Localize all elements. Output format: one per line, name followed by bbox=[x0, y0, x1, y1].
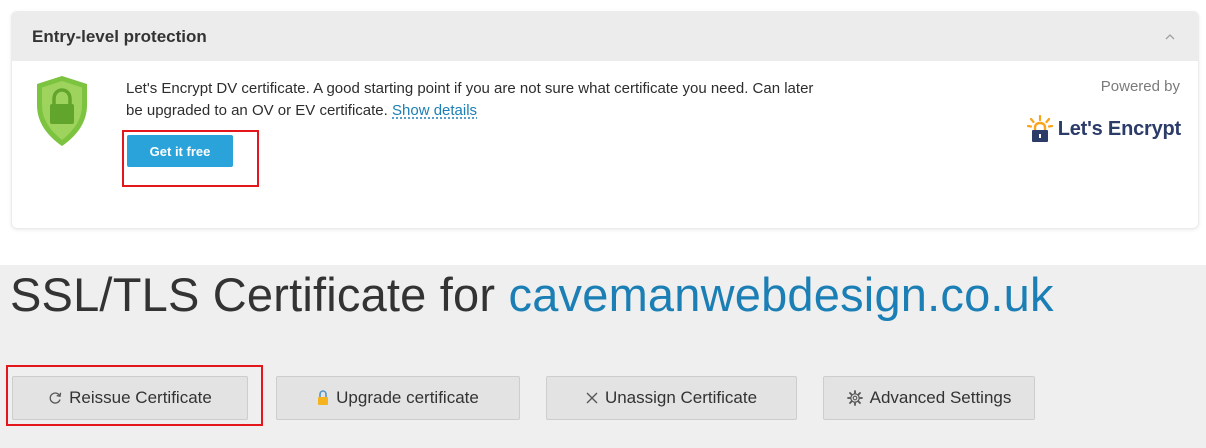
upgrade-certificate-button[interactable]: Upgrade certificate bbox=[276, 376, 520, 420]
domain-name[interactable]: cavemanwebdesign.co.uk bbox=[509, 268, 1054, 321]
lets-encrypt-brand: Let's Encrypt bbox=[1057, 117, 1182, 140]
protection-card: Entry-level protection Let's Encrypt DV … bbox=[12, 12, 1198, 228]
page-title-prefix: SSL/TLS Certificate for bbox=[10, 268, 496, 321]
gear-icon bbox=[846, 390, 863, 406]
lock-icon bbox=[317, 390, 329, 406]
unassign-label: Unassign Certificate bbox=[604, 388, 758, 407]
upgrade-label: Upgrade certificate bbox=[336, 388, 479, 407]
lets-encrypt-logo: Let's Encrypt bbox=[1026, 115, 1182, 143]
highlight-box bbox=[6, 365, 263, 426]
close-icon bbox=[586, 392, 598, 404]
advanced-settings-label: Advanced Settings bbox=[869, 388, 1012, 407]
highlight-box bbox=[122, 130, 259, 187]
chevron-up-icon[interactable] bbox=[1164, 31, 1176, 43]
card-header[interactable]: Entry-level protection bbox=[12, 12, 1198, 61]
page-title: SSL/TLS Certificate for cavemanwebdesign… bbox=[10, 266, 1054, 324]
powered-by-label: Powered by bbox=[1100, 78, 1180, 95]
certificate-description: Let's Encrypt DV certificate. A good sta… bbox=[126, 78, 826, 122]
card-title: Entry-level protection bbox=[32, 26, 207, 46]
shield-lock-icon bbox=[36, 75, 88, 152]
lets-encrypt-lock-icon bbox=[1026, 115, 1053, 142]
show-details-link[interactable]: Show details bbox=[392, 102, 477, 119]
advanced-settings-button[interactable]: Advanced Settings bbox=[823, 376, 1035, 420]
unassign-certificate-button[interactable]: Unassign Certificate bbox=[546, 376, 797, 420]
